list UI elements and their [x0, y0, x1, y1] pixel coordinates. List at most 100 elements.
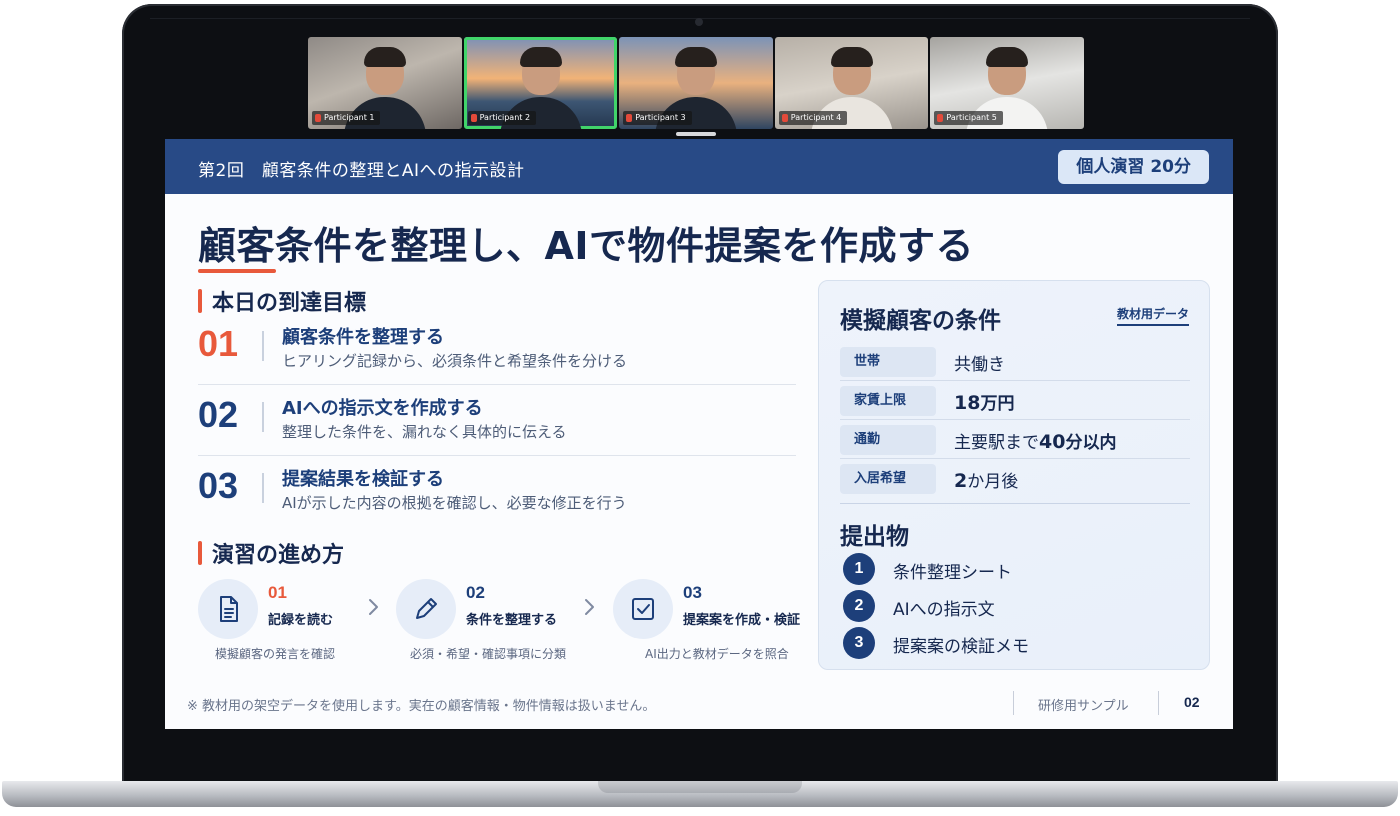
condition-key: 入居希望	[840, 464, 936, 494]
title-underline	[198, 269, 276, 273]
goal-title: 顧客条件を整理する	[282, 327, 444, 348]
teaching-data-link[interactable]: 教材用データ	[1116, 305, 1189, 326]
video-participant-strip: Participant 1 Participant 2 Participant …	[308, 37, 1084, 129]
page-number: 02	[1184, 694, 1200, 710]
participant-tile[interactable]: Participant 3	[619, 37, 773, 129]
row-divider	[198, 455, 796, 456]
goal-item: 02 AIへの指示文を作成する 整理した条件を、漏れなく具体的に伝える	[198, 388, 796, 456]
mic-muted-icon	[781, 114, 788, 122]
step-number: 03	[683, 583, 702, 602]
slide-header: 第2回 顧客条件の整理とAIへの指示設計 個人演習 20分	[165, 139, 1233, 194]
condition-key: 家賃上限	[840, 386, 936, 416]
condition-row: 入居希望 2か月後	[840, 460, 1190, 498]
condition-key: 世帯	[840, 347, 936, 377]
condition-value: 主要駅まで40分以内	[954, 431, 1117, 453]
slide-title: 顧客条件を整理し、AIで物件提案を作成する	[198, 224, 975, 268]
video-strip-drag-handle[interactable]	[676, 132, 716, 136]
exercise-time-badge: 個人演習 20分	[1058, 150, 1209, 184]
participant-name: Participant 3	[623, 111, 692, 125]
condition-value: 18万円	[954, 392, 1015, 414]
step-icon-circle	[198, 579, 258, 639]
person-hair	[830, 47, 873, 67]
deliverable-label: 提案案の検証メモ	[893, 637, 1029, 657]
goal-item: 01 顧客条件を整理する ヒアリング記録から、必須条件と希望条件を分ける	[198, 317, 796, 385]
goal-divider	[262, 473, 264, 503]
step-caption: AI出力と教材データを照合	[645, 647, 789, 661]
goal-description: 整理した条件を、漏れなく具体的に伝える	[282, 423, 567, 441]
goal-title: 提案結果を検証する	[282, 469, 444, 490]
participant-tile[interactable]: Participant 5	[930, 37, 1084, 129]
pencil-icon	[416, 598, 437, 619]
goal-title: AIへの指示文を作成する	[282, 398, 483, 419]
condition-key: 通勤	[840, 425, 936, 455]
step-number: 02	[466, 583, 485, 602]
step-item: 02 条件を整理する 必須・希望・確認事項に分類	[396, 579, 596, 669]
goal-item: 03 提案結果を検証する AIが示した内容の根拠を確認し、必要な修正を行う	[198, 459, 796, 527]
step-icon-circle	[613, 579, 673, 639]
mic-muted-icon	[626, 114, 633, 122]
condition-value: 2か月後	[954, 470, 1019, 492]
footer-divider	[1158, 691, 1159, 715]
condition-row: 世帯 共働き	[840, 343, 1190, 381]
step-item: 01 記録を読む 模擬顧客の発言を確認	[198, 579, 398, 669]
step-label: 記録を読む	[268, 613, 334, 628]
person-hair	[364, 47, 406, 67]
step-icon-circle	[396, 579, 456, 639]
goal-divider	[262, 402, 264, 432]
goal-description: ヒアリング記録から、必須条件と希望条件を分ける	[282, 352, 628, 370]
goal-number: 01	[198, 323, 239, 364]
participant-name: Participant 4	[778, 111, 848, 125]
card-divider	[840, 503, 1190, 504]
goal-description: AIが示した内容の根拠を確認し、必要な修正を行う	[282, 494, 627, 512]
row-divider	[840, 458, 1190, 459]
footer-disclaimer: ※ 教材用の架空データを使用します。実在の顧客情報・物件情報は扱いません。	[187, 699, 656, 714]
person-hair	[519, 47, 562, 67]
footer-divider	[1013, 691, 1014, 715]
document-icon	[220, 596, 238, 622]
participant-tile[interactable]: Participant 4	[774, 37, 929, 129]
mic-muted-icon	[315, 114, 321, 122]
step-caption: 模擬顧客の発言を確認	[215, 647, 336, 661]
session-title: 第2回 顧客条件の整理とAIへの指示設計	[198, 161, 525, 181]
condition-value: 共働き	[954, 355, 1005, 375]
checkbox-icon	[632, 598, 654, 620]
camera-icon	[695, 18, 703, 26]
customer-conditions-card: 模擬顧客の条件 教材用データ 世帯 共働き 家賃上限 18万円 通勤 主要駅まで…	[818, 280, 1210, 670]
step-label: 提案案を作成・検証	[683, 613, 801, 628]
steps-heading: 演習の進め方	[198, 537, 344, 569]
participant-name: Participant 1	[312, 111, 381, 125]
participant-name: Participant 2	[467, 111, 537, 125]
card-title: 模擬顧客の条件	[840, 308, 1001, 334]
number-badge: 3	[843, 627, 875, 659]
condition-row: 通勤 主要駅まで40分以内	[840, 421, 1190, 459]
participant-tile-active-speaker[interactable]: Participant 2	[463, 37, 618, 129]
deliverables-title: 提出物	[840, 524, 909, 550]
person-hair	[986, 47, 1029, 67]
row-divider	[840, 419, 1190, 420]
row-divider	[198, 384, 796, 385]
chevron-right-icon	[585, 599, 594, 615]
number-badge: 1	[843, 553, 875, 585]
step-number: 01	[268, 583, 287, 602]
goal-number: 03	[198, 465, 239, 506]
section-marker	[198, 289, 202, 313]
deliverable-label: AIへの指示文	[893, 600, 995, 620]
deliverable-label: 条件整理シート	[893, 563, 1012, 583]
step-item: 03 提案案を作成・検証 AI出力と教材データを照合	[613, 579, 813, 669]
presentation-slide: 第2回 顧客条件の整理とAIへの指示設計 個人演習 20分 顧客条件を整理し、A…	[165, 139, 1233, 729]
mic-muted-icon	[937, 114, 944, 122]
step-caption: 必須・希望・確認事項に分類	[410, 647, 567, 661]
participant-tile[interactable]: Participant 1	[308, 37, 462, 129]
step-label: 条件を整理する	[466, 613, 558, 628]
condition-row: 家賃上限 18万円	[840, 382, 1190, 420]
section-marker	[198, 541, 202, 565]
person-hair	[675, 47, 718, 67]
row-divider	[840, 380, 1190, 381]
participant-name: Participant 5	[934, 111, 1003, 125]
goal-divider	[262, 331, 264, 361]
number-badge: 2	[843, 590, 875, 622]
goals-heading: 本日の到達目標	[198, 285, 366, 317]
mic-muted-icon	[470, 114, 477, 122]
goal-number: 02	[198, 394, 239, 435]
laptop-notch	[598, 781, 802, 793]
